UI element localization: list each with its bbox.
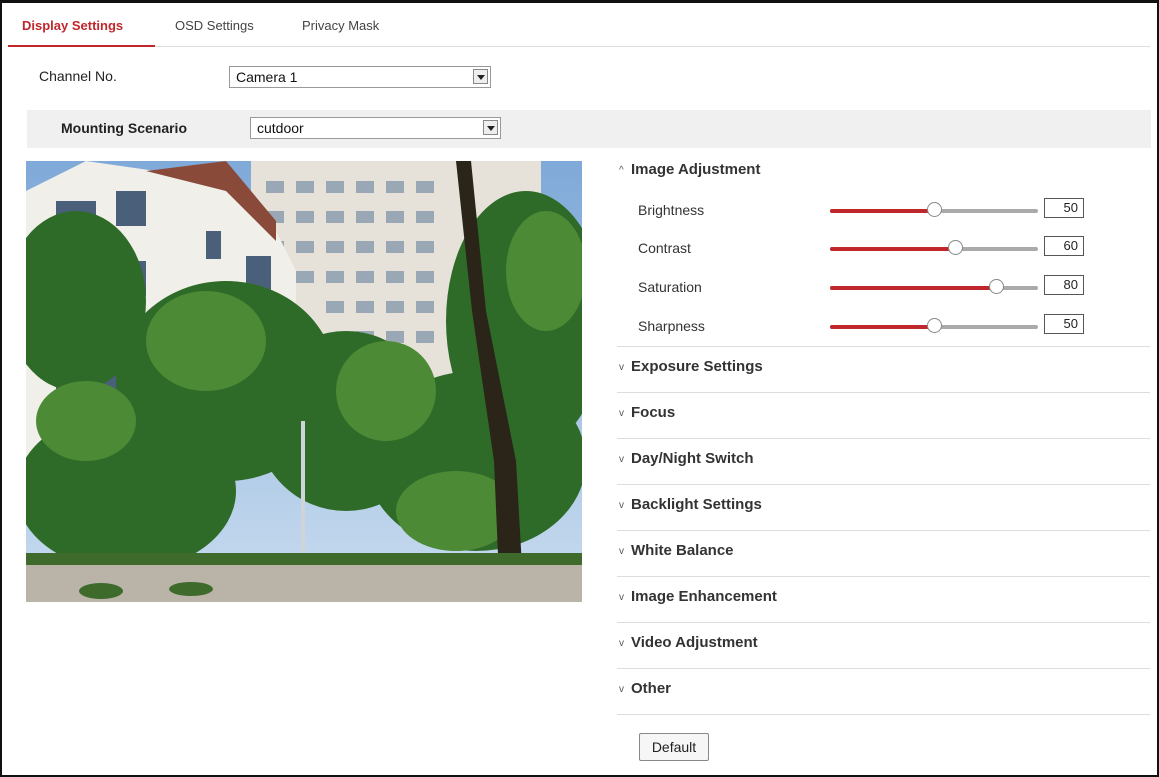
section-other[interactable]: v Other — [617, 668, 1150, 715]
chevron-down-icon: v — [619, 454, 624, 465]
chevron-down-icon: v — [619, 500, 624, 511]
saturation-slider[interactable] — [830, 279, 1038, 294]
camera-scene-image — [26, 161, 582, 602]
chevron-up-icon: ^ — [619, 165, 624, 176]
section-title: White Balance — [631, 542, 734, 559]
live-video-preview[interactable] — [26, 161, 582, 602]
section-focus[interactable]: v Focus — [617, 392, 1150, 439]
tab-display-settings[interactable]: Display Settings — [22, 18, 123, 33]
slider-handle[interactable] — [927, 202, 942, 217]
brightness-value-input[interactable]: 50 — [1044, 198, 1084, 218]
section-image-adjustment[interactable]: ^ Image Adjustment — [617, 149, 1150, 189]
section-title: Backlight Settings — [631, 496, 762, 513]
tab-bar: Display Settings OSD Settings Privacy Ma… — [8, 8, 1150, 47]
brightness-slider[interactable] — [830, 202, 1038, 217]
slider-row-brightness: Brightness 50 — [617, 190, 1150, 228]
slider-fill — [830, 247, 955, 251]
mounting-scenario-value: cutdoor — [257, 120, 304, 136]
slider-handle[interactable] — [947, 240, 963, 255]
section-title: Day/Night Switch — [631, 450, 754, 467]
section-title: Image Enhancement — [631, 588, 777, 605]
contrast-value-input[interactable]: 60 — [1044, 236, 1084, 256]
section-title: Other — [631, 680, 672, 697]
section-title: Focus — [631, 404, 676, 421]
section-backlight-settings[interactable]: v Backlight Settings — [617, 484, 1150, 531]
slider-row-sharpness: Sharpness 50 — [617, 306, 1150, 344]
chevron-down-icon[interactable] — [483, 120, 498, 135]
slider-label: Sharpness — [638, 318, 705, 334]
section-day-night-switch[interactable]: v Day/Night Switch — [617, 438, 1150, 485]
slider-label: Brightness — [638, 202, 705, 218]
channel-select-value: Camera 1 — [236, 69, 298, 85]
section-exposure-settings[interactable]: v Exposure Settings — [617, 346, 1150, 393]
default-button[interactable]: Default — [639, 733, 709, 761]
slider-handle[interactable] — [989, 279, 1005, 294]
mounting-scenario-label: Mounting Scenario — [61, 120, 187, 136]
slider-fill — [830, 325, 934, 329]
tab-osd-settings[interactable]: OSD Settings — [175, 18, 254, 33]
slider-label: Saturation — [638, 279, 702, 295]
section-white-balance[interactable]: v White Balance — [617, 530, 1150, 577]
sharpness-slider[interactable] — [830, 318, 1038, 333]
chevron-down-icon: v — [619, 362, 624, 373]
slider-fill — [830, 209, 934, 213]
section-title: Exposure Settings — [631, 358, 763, 375]
chevron-down-icon: v — [619, 684, 624, 695]
saturation-value-input[interactable]: 80 — [1044, 275, 1084, 295]
tab-privacy-mask[interactable]: Privacy Mask — [302, 18, 379, 33]
channel-select[interactable]: Camera 1 — [229, 66, 491, 88]
slider-fill — [830, 286, 997, 290]
sharpness-value-input[interactable]: 50 — [1044, 314, 1084, 334]
active-tab-indicator — [8, 45, 155, 47]
section-image-enhancement[interactable]: v Image Enhancement — [617, 576, 1150, 623]
chevron-down-icon: v — [619, 408, 624, 419]
section-video-adjustment[interactable]: v Video Adjustment — [617, 622, 1150, 669]
slider-handle[interactable] — [927, 318, 942, 333]
mounting-scenario-bar — [27, 110, 1151, 148]
channel-label: Channel No. — [39, 68, 117, 84]
mounting-scenario-select[interactable]: cutdoor — [250, 117, 501, 139]
section-title: Image Adjustment — [631, 161, 761, 178]
chevron-down-icon: v — [619, 592, 624, 603]
slider-label: Contrast — [638, 240, 691, 256]
contrast-slider[interactable] — [830, 240, 1038, 255]
slider-row-saturation: Saturation 80 — [617, 267, 1150, 305]
chevron-down-icon: v — [619, 546, 624, 557]
slider-row-contrast: Contrast 60 — [617, 228, 1150, 266]
chevron-down-icon[interactable] — [473, 69, 488, 84]
chevron-down-icon: v — [619, 638, 624, 649]
section-title: Video Adjustment — [631, 634, 758, 651]
